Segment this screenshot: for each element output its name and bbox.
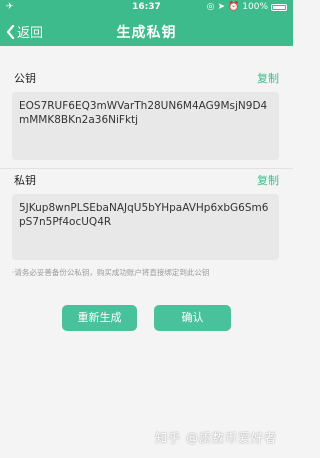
divider [0,168,293,169]
battery-percent: 100% [242,2,268,12]
copy-public-key-button[interactable]: 复制 [257,70,279,86]
private-key-label: 私钥 [14,174,36,187]
status-indicators: ◎ ➤ ⏰ 100% [207,2,287,12]
alarm-icon: ⏰ [228,2,240,12]
location-icon: ➤ [217,2,226,12]
nav-bar: 返回 生成私钥 [0,16,293,46]
lock-rotation-icon: ◎ [206,2,215,12]
public-key-label: 公钥 [14,72,36,85]
watermark: 知乎 @质数币爱好者 [155,431,277,445]
status-bar: ✈ 16:37 ◎ ➤ ⏰ 100% [0,0,293,16]
backup-warning: ·请务必妥善备份公私钥，购买成功账户将直接绑定到此公钥 [12,268,210,277]
page-title: 生成私钥 [116,25,177,41]
public-key-value[interactable]: EOS7RUF6EQ3mWVarTh28UN6M4AG9MsjN9D4mMMK8… [12,92,279,160]
private-key-value[interactable]: 5JKup8wnPLSEbaNAJqU5bYHpaAVHp6xbG6Sm6pS7… [12,194,279,260]
regenerate-button[interactable]: 重新生成 [62,305,137,331]
confirm-button[interactable]: 确认 [154,305,231,331]
copy-private-key-button[interactable]: 复制 [257,172,279,188]
battery-icon [271,3,287,11]
